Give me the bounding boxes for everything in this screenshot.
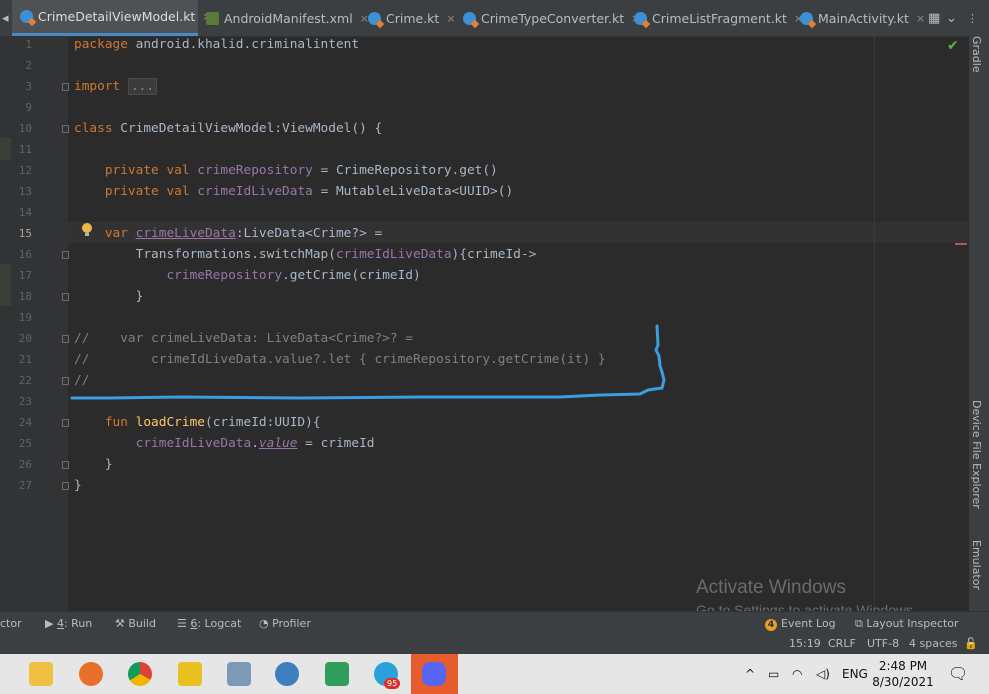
event-log-button[interactable]: 4 Event Log	[765, 612, 836, 635]
device-file-explorer-tool-button[interactable]: Device File Explorer	[970, 400, 983, 509]
battery-icon[interactable]: ▭	[768, 654, 779, 694]
status-bar: 15:19 CRLF UTF-8 4 spaces 🔓	[0, 634, 989, 654]
language-indicator[interactable]: ENG	[842, 654, 868, 694]
chrome-icon[interactable]	[128, 662, 152, 686]
inspector-icon: ⧉	[855, 617, 867, 630]
android-studio-icon[interactable]	[275, 662, 299, 686]
discord-icon[interactable]	[422, 662, 446, 686]
notification-icon[interactable]: 🗨	[948, 654, 968, 694]
file-explorer-icon[interactable]	[29, 662, 53, 686]
wifi-icon[interactable]: ◠	[792, 654, 802, 694]
firefox-icon[interactable]	[79, 662, 103, 686]
play-icon: ▶	[45, 617, 57, 630]
profiler-tool-button[interactable]: ◔ Profiler	[259, 612, 311, 635]
layout-inspector-button[interactable]: ⧉ Layout Inspector	[855, 612, 959, 635]
emulator-tool-button[interactable]: Emulator	[970, 540, 983, 590]
run-tool-button[interactable]: ▶ 4: Run	[45, 612, 92, 635]
caret-position[interactable]: 15:19	[789, 634, 821, 654]
file-encoding[interactable]: UTF-8	[867, 634, 899, 654]
chevron-up-icon[interactable]: ^	[745, 654, 755, 694]
pdf-reader-icon[interactable]	[178, 662, 202, 686]
tool-window-bar: ctor ▶ 4: Run ⚒ Build ☰ 6: Logcat ◔ Prof…	[0, 611, 989, 635]
event-count-badge: 4	[765, 619, 777, 631]
notepad-icon[interactable]	[325, 662, 349, 686]
logcat-icon: ☰	[177, 617, 191, 630]
hammer-icon: ⚒	[115, 617, 129, 630]
line-separator[interactable]: CRLF	[828, 634, 856, 654]
gauge-icon: ◔	[259, 617, 273, 630]
lock-icon[interactable]: 🔓	[964, 634, 978, 654]
volume-icon[interactable]: ◁)	[816, 654, 830, 694]
build-tool-button[interactable]: ⚒ Build	[115, 612, 156, 635]
right-tool-strip	[968, 36, 989, 611]
gradle-tool-button[interactable]: Gradle	[970, 36, 983, 73]
telegram-badge: 95	[384, 678, 401, 689]
layout-inspector-partial-button[interactable]: ctor	[0, 612, 22, 635]
indent-setting[interactable]: 4 spaces	[909, 634, 958, 654]
logcat-tool-button[interactable]: ☰ 6: Logcat	[177, 612, 241, 635]
activate-windows-watermark: Activate Windows	[696, 577, 846, 598]
clock[interactable]: 2:48 PM 8/30/2021	[872, 658, 934, 690]
paint-icon[interactable]	[227, 662, 251, 686]
windows-taskbar: 95 ^ ▭ ◠ ◁) ENG 2:48 PM 8/30/2021 🗨	[0, 654, 989, 694]
